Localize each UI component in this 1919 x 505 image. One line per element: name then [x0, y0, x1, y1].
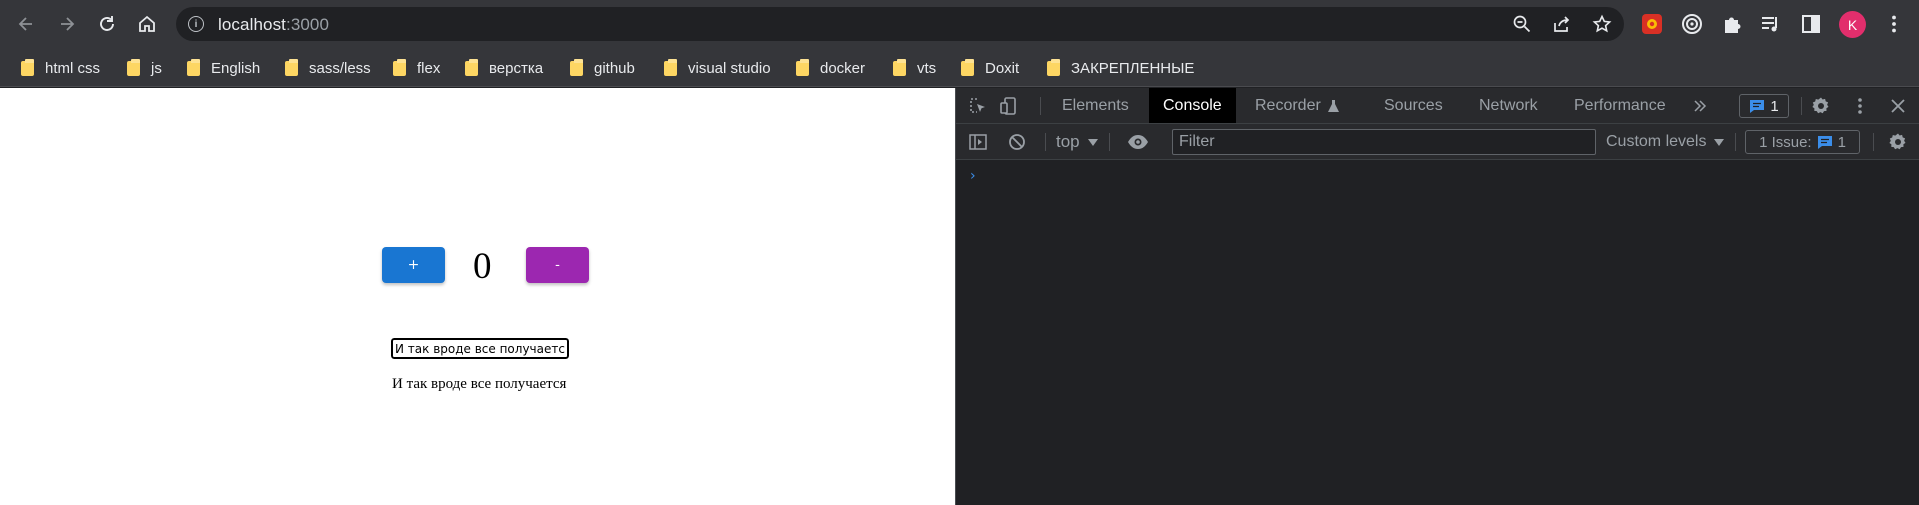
folder-icon [392, 59, 408, 77]
dropdown-caret-icon [1087, 138, 1098, 146]
tab-recorder[interactable]: Recorder [1241, 88, 1354, 123]
bookmark-folder[interactable]: vts [892, 56, 936, 80]
text-input[interactable] [390, 337, 570, 360]
divider [1801, 97, 1802, 115]
console-settings-gear-icon[interactable] [1886, 130, 1910, 154]
console-toolbar: top Custom levels 1 Issue: 1 [956, 124, 1919, 160]
divider [1109, 133, 1110, 151]
tab-console[interactable]: Console [1149, 88, 1236, 123]
folder-icon [960, 59, 976, 77]
arrow-right-icon [61, 17, 75, 31]
folder-icon [795, 59, 811, 77]
bookmark-folder[interactable]: html css [20, 56, 100, 80]
bookmark-star-icon[interactable] [1590, 12, 1614, 36]
reload-icon [100, 16, 114, 31]
divider [1040, 97, 1041, 115]
back-button[interactable] [10, 8, 42, 40]
inspect-element-icon[interactable] [966, 94, 990, 118]
side-panel-icon[interactable] [1797, 10, 1825, 38]
tab-sources[interactable]: Sources [1370, 88, 1457, 123]
folder-icon [186, 59, 202, 77]
zoom-icon[interactable] [1510, 12, 1534, 36]
divider [1735, 133, 1736, 151]
tab-network[interactable]: Network [1465, 88, 1552, 123]
devtools-panel: Elements Console Recorder Sources Networ… [955, 88, 1919, 505]
extensions-puzzle-icon[interactable] [1718, 10, 1746, 38]
eye-icon[interactable] [1126, 130, 1150, 154]
devtools-tab-bar: Elements Console Recorder Sources Networ… [956, 88, 1919, 124]
folder-icon [1046, 59, 1062, 77]
increment-button[interactable]: + [382, 247, 445, 283]
decrement-button[interactable]: - [526, 247, 589, 283]
folder-icon [892, 59, 908, 77]
bookmarks-bar: html css js English sass/less flex верст… [0, 48, 1919, 87]
arrow-left-icon [18, 17, 32, 31]
tab-elements[interactable]: Elements [1048, 88, 1143, 123]
clear-console-icon[interactable] [1005, 130, 1029, 154]
tab-performance[interactable]: Performance [1560, 88, 1680, 123]
folder-icon [464, 59, 480, 77]
bookmark-folder[interactable]: visual studio [663, 56, 771, 80]
bookmark-folder[interactable]: Doxit [960, 56, 1019, 80]
divider [1873, 133, 1874, 151]
log-levels-dropdown[interactable]: Custom levels [1606, 131, 1725, 153]
folder-icon [663, 59, 679, 77]
forward-button[interactable] [51, 8, 83, 40]
more-tabs-chevron-icon[interactable] [1688, 94, 1712, 118]
folder-icon [569, 59, 585, 77]
browser-toolbar: i localhost:3000 K [0, 0, 1919, 48]
folder-icon [20, 59, 36, 77]
dropdown-caret-icon [1714, 138, 1725, 146]
folder-icon [126, 59, 142, 77]
site-info-icon[interactable]: i [188, 16, 204, 32]
bookmark-folder[interactable]: верстка [464, 56, 543, 80]
flask-icon [1327, 99, 1339, 112]
counter-value: 0 [473, 246, 492, 287]
bookmark-folder[interactable]: github [569, 56, 635, 80]
extension-target-icon[interactable] [1678, 10, 1706, 38]
divider [1045, 133, 1046, 151]
folder-icon [284, 59, 300, 77]
browser-menu-icon[interactable] [1880, 10, 1908, 38]
bookmark-folder[interactable]: flex [392, 56, 440, 80]
bookmark-folder[interactable]: docker [795, 56, 865, 80]
settings-gear-icon[interactable] [1809, 94, 1833, 118]
sidebar-toggle-icon[interactable] [966, 130, 990, 154]
issues-badge-button[interactable]: 1 [1739, 94, 1789, 118]
console-filter-input[interactable] [1172, 129, 1596, 155]
bookmark-folder[interactable]: English [186, 56, 260, 80]
devtools-menu-icon[interactable] [1848, 94, 1872, 118]
context-selector[interactable]: top [1056, 131, 1098, 153]
issue-count-button[interactable]: 1 Issue: 1 [1745, 130, 1860, 154]
media-queue-icon[interactable] [1757, 10, 1785, 38]
address-bar[interactable]: i localhost:3000 [176, 7, 1624, 41]
echo-text: И так вроде все получается [392, 376, 567, 392]
reload-button[interactable] [91, 8, 123, 40]
profile-avatar[interactable]: K [1839, 11, 1866, 38]
console-prompt[interactable]: › [970, 168, 976, 184]
share-icon[interactable] [1550, 12, 1574, 36]
bookmark-folder[interactable]: js [126, 56, 162, 80]
close-icon[interactable] [1886, 94, 1910, 118]
extension-red-icon[interactable] [1638, 10, 1666, 38]
message-icon [1817, 135, 1832, 149]
url-text: localhost:3000 [218, 15, 330, 34]
bookmark-folder[interactable]: ЗАКРЕПЛЕННЫЕ [1046, 56, 1194, 80]
device-toolbar-icon[interactable] [997, 94, 1021, 118]
home-icon [139, 15, 155, 32]
page-viewport: + 0 - И так вроде все получается [0, 88, 955, 505]
message-icon [1750, 99, 1765, 113]
bookmark-folder[interactable]: sass/less [284, 56, 371, 80]
home-button[interactable] [131, 8, 163, 40]
